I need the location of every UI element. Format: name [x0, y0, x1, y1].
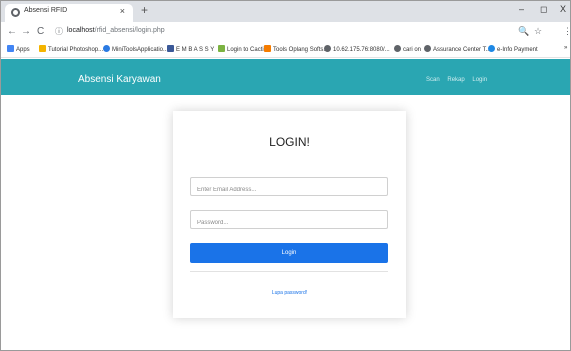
bookmark-label: Login to Cacti	[227, 47, 264, 53]
bookmark-label: e-Info Payment	[497, 47, 538, 53]
page-body: LOGIN! Login Lupa password!	[1, 95, 570, 350]
address-bar[interactable]: ⓘ localhost/rfid_absensi/login.php	[53, 25, 501, 39]
bookmark-icon	[167, 45, 174, 52]
bookmark-icon	[103, 45, 110, 52]
login-button[interactable]: Login	[190, 243, 388, 263]
new-tab-icon[interactable]: +	[141, 3, 148, 17]
bookmarks-bar: Apps Tutorial Photoshop... MiniToolsAppl…	[1, 42, 570, 58]
login-heading: LOGIN!	[269, 135, 310, 149]
nav-link-login[interactable]: Login	[472, 77, 487, 83]
bookmark-label: cari on	[403, 47, 422, 53]
email-field-wrapper	[190, 177, 388, 199]
email-field[interactable]	[191, 181, 387, 199]
tab-title: Absensi RFID	[24, 7, 68, 14]
bookmark-label: Tools Oplang Softs...	[273, 47, 329, 53]
bookmarks-overflow-icon[interactable]: »	[564, 45, 567, 51]
globe-icon	[11, 8, 20, 17]
browser-tab[interactable]: Absensi RFID ×	[5, 4, 133, 22]
tab-strip: Absensi RFID × + – ◻ X	[1, 1, 570, 22]
brand-title[interactable]: Absensi Karyawan	[78, 74, 161, 85]
url-host: localhost	[67, 27, 95, 34]
bookmark-cari-on[interactable]: cari on	[394, 45, 421, 53]
bookmark-icon	[264, 45, 271, 52]
bookmark-minitools[interactable]: MiniToolsApplicatio...	[103, 45, 168, 53]
browser-toolbar: ← → C ⓘ localhost/rfid_absensi/login.php…	[1, 22, 570, 42]
bookmark-label: MiniToolsApplicatio...	[112, 47, 169, 53]
nav-link-rekap[interactable]: Rekap	[447, 77, 464, 83]
forgot-password-link[interactable]: Lupa password!	[173, 290, 406, 296]
password-field-wrapper	[190, 210, 388, 232]
password-field[interactable]	[191, 214, 387, 232]
globe-icon	[424, 45, 431, 52]
close-window-icon[interactable]: X	[560, 4, 566, 14]
bookmark-cacti[interactable]: Login to Cacti	[218, 45, 264, 53]
url-text: localhost/rfid_absensi/login.php	[67, 27, 165, 34]
close-tab-icon[interactable]: ×	[120, 6, 125, 16]
minimize-icon[interactable]: –	[519, 4, 524, 14]
bookmark-tools-oplang[interactable]: Tools Oplang Softs...	[264, 45, 328, 53]
bookmark-tutorial-photoshop[interactable]: Tutorial Photoshop...	[39, 45, 103, 53]
bookmark-einfo[interactable]: e-Info Payment	[488, 45, 538, 53]
bookmark-label: Apps	[16, 47, 30, 53]
apps-icon	[7, 45, 14, 52]
bookmark-embassy[interactable]: E M B A S S Y	[167, 45, 214, 53]
bookmark-label: Assurance Center T...	[433, 47, 491, 53]
reload-icon[interactable]: C	[37, 26, 44, 37]
globe-icon	[324, 45, 331, 52]
divider	[190, 271, 388, 272]
bookmark-assurance[interactable]: Assurance Center T...	[424, 45, 491, 53]
bookmark-apps[interactable]: Apps	[7, 45, 30, 53]
star-icon[interactable]: ☆	[534, 26, 542, 37]
globe-icon	[394, 45, 401, 52]
url-path: /rfid_absensi/login.php	[94, 27, 165, 34]
nav-links: Scan Rekap Login	[426, 77, 493, 83]
bookmark-icon	[488, 45, 495, 52]
bookmark-icon	[39, 45, 46, 52]
info-icon[interactable]: ⓘ	[55, 26, 63, 37]
login-card: LOGIN! Login Lupa password!	[173, 111, 406, 318]
app-navbar: Absensi Karyawan Scan Rekap Login	[1, 59, 570, 95]
maximize-icon[interactable]: ◻	[540, 4, 547, 15]
zoom-icon[interactable]: 🔍	[518, 26, 529, 37]
back-icon[interactable]: ←	[7, 26, 17, 37]
browser-window: Absensi RFID × + – ◻ X ← → C ⓘ localhost…	[0, 0, 571, 351]
bookmark-icon	[218, 45, 225, 52]
bookmark-ip[interactable]: 10.62.175.76:8080/...	[324, 45, 390, 53]
bookmark-label: Tutorial Photoshop...	[48, 47, 104, 53]
forward-icon[interactable]: →	[21, 26, 31, 37]
menu-icon[interactable]: ⋮	[563, 26, 570, 37]
bookmark-label: 10.62.175.76:8080/...	[333, 47, 390, 53]
bookmark-label: E M B A S S Y	[176, 47, 215, 53]
nav-link-scan[interactable]: Scan	[426, 77, 440, 83]
